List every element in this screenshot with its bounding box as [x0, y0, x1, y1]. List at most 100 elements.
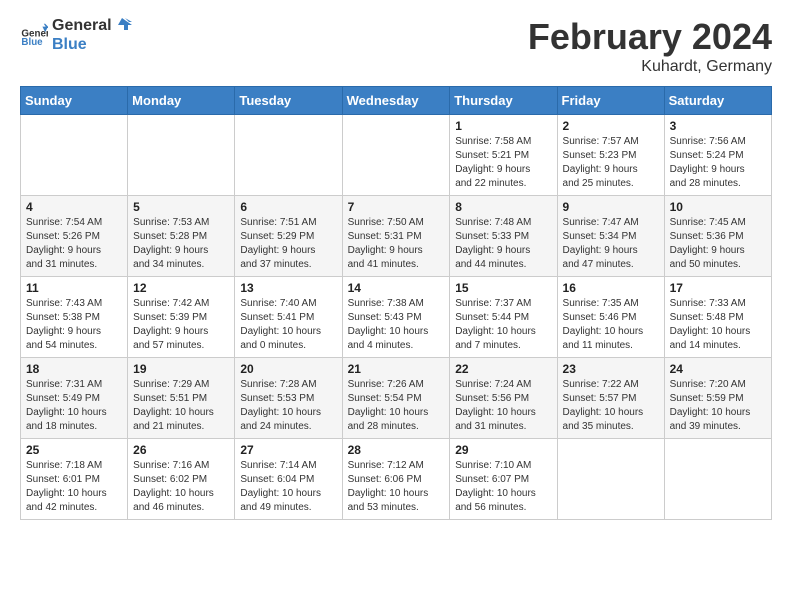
cell-content: Sunrise: 7:42 AM Sunset: 5:39 PM Dayligh… [133, 297, 229, 353]
cell-content: Sunrise: 7:58 AM Sunset: 5:21 PM Dayligh… [455, 135, 551, 191]
calendar-cell [664, 439, 771, 520]
cell-content: Sunrise: 7:31 AM Sunset: 5:49 PM Dayligh… [26, 378, 122, 434]
day-number: 7 [348, 200, 445, 214]
calendar-cell: 21 Sunrise: 7:26 AM Sunset: 5:54 PM Dayli… [342, 358, 450, 439]
calendar-cell: 9 Sunrise: 7:47 AM Sunset: 5:34 PM Daylig… [557, 196, 664, 277]
calendar-cell [342, 115, 450, 196]
month-year: February 2024 [528, 16, 772, 58]
day-number: 4 [26, 200, 122, 214]
cell-content: Sunrise: 7:57 AM Sunset: 5:23 PM Dayligh… [563, 135, 659, 191]
calendar-cell: 4 Sunrise: 7:54 AM Sunset: 5:26 PM Daylig… [21, 196, 128, 277]
calendar-cell: 28Sunrise: 7:12 AM Sunset: 6:06 PM Dayli… [342, 439, 450, 520]
cell-content: Sunrise: 7:37 AM Sunset: 5:44 PM Dayligh… [455, 297, 551, 353]
cell-content: Sunrise: 7:29 AM Sunset: 5:51 PM Dayligh… [133, 378, 229, 434]
calendar-header-tuesday: Tuesday [235, 87, 342, 115]
calendar-cell: 14Sunrise: 7:38 AM Sunset: 5:43 PM Dayli… [342, 277, 450, 358]
calendar-cell: 27 Sunrise: 7:14 AM Sunset: 6:04 PM Dayli… [235, 439, 342, 520]
calendar-cell: 6 Sunrise: 7:51 AM Sunset: 5:29 PM Daylig… [235, 196, 342, 277]
day-number: 26 [133, 443, 229, 457]
calendar-cell: 23 Sunrise: 7:22 AM Sunset: 5:57 PM Dayli… [557, 358, 664, 439]
calendar-header-saturday: Saturday [664, 87, 771, 115]
day-number: 5 [133, 200, 229, 214]
calendar-header-monday: Monday [128, 87, 235, 115]
calendar-cell: 15 Sunrise: 7:37 AM Sunset: 5:44 PM Dayli… [450, 277, 557, 358]
calendar-cell [21, 115, 128, 196]
cell-content: Sunrise: 7:35 AM Sunset: 5:46 PM Dayligh… [563, 297, 659, 353]
calendar-cell: 2Sunrise: 7:57 AM Sunset: 5:23 PM Daylig… [557, 115, 664, 196]
calendar-header-row: SundayMondayTuesdayWednesdayThursdayFrid… [21, 87, 772, 115]
calendar-cell: 10 Sunrise: 7:45 AM Sunset: 5:36 PM Dayli… [664, 196, 771, 277]
day-number: 18 [26, 362, 122, 376]
day-number: 3 [670, 119, 766, 133]
cell-content: Sunrise: 7:48 AM Sunset: 5:33 PM Dayligh… [455, 216, 551, 272]
day-number: 10 [670, 200, 766, 214]
cell-content: Sunrise: 7:56 AM Sunset: 5:24 PM Dayligh… [670, 135, 766, 191]
cell-content: Sunrise: 7:10 AM Sunset: 6:07 PM Dayligh… [455, 459, 551, 515]
calendar-cell: 25Sunrise: 7:18 AM Sunset: 6:01 PM Dayli… [21, 439, 128, 520]
calendar-cell: 13 Sunrise: 7:40 AM Sunset: 5:41 PM Dayli… [235, 277, 342, 358]
day-number: 16 [563, 281, 659, 295]
day-number: 22 [455, 362, 551, 376]
calendar-cell: 12 Sunrise: 7:42 AM Sunset: 5:39 PM Dayli… [128, 277, 235, 358]
calendar-cell: 8 Sunrise: 7:48 AM Sunset: 5:33 PM Daylig… [450, 196, 557, 277]
cell-content: Sunrise: 7:24 AM Sunset: 5:56 PM Dayligh… [455, 378, 551, 434]
calendar-cell [128, 115, 235, 196]
calendar-header-wednesday: Wednesday [342, 87, 450, 115]
cell-content: Sunrise: 7:12 AM Sunset: 6:06 PM Dayligh… [348, 459, 445, 515]
calendar-cell: 19Sunrise: 7:29 AM Sunset: 5:51 PM Dayli… [128, 358, 235, 439]
calendar-cell: 11 Sunrise: 7:43 AM Sunset: 5:38 PM Dayli… [21, 277, 128, 358]
cell-content: Sunrise: 7:16 AM Sunset: 6:02 PM Dayligh… [133, 459, 229, 515]
day-number: 20 [240, 362, 336, 376]
cell-content: Sunrise: 7:20 AM Sunset: 5:59 PM Dayligh… [670, 378, 766, 434]
day-number: 24 [670, 362, 766, 376]
calendar-cell [235, 115, 342, 196]
calendar-cell: 26 Sunrise: 7:16 AM Sunset: 6:02 PM Dayli… [128, 439, 235, 520]
logo-general-text: General [52, 16, 132, 36]
calendar-cell: 22 Sunrise: 7:24 AM Sunset: 5:56 PM Dayli… [450, 358, 557, 439]
calendar-cell: 3 Sunrise: 7:56 AM Sunset: 5:24 PM Daylig… [664, 115, 771, 196]
day-number: 12 [133, 281, 229, 295]
cell-content: Sunrise: 7:14 AM Sunset: 6:04 PM Dayligh… [240, 459, 336, 515]
cell-content: Sunrise: 7:51 AM Sunset: 5:29 PM Dayligh… [240, 216, 336, 272]
day-number: 27 [240, 443, 336, 457]
calendar-week-row: 11 Sunrise: 7:43 AM Sunset: 5:38 PM Dayli… [21, 277, 772, 358]
logo-icon: General Blue [20, 21, 48, 49]
calendar-cell: 24 Sunrise: 7:20 AM Sunset: 5:59 PM Dayli… [664, 358, 771, 439]
calendar-header-sunday: Sunday [21, 87, 128, 115]
cell-content: Sunrise: 7:54 AM Sunset: 5:26 PM Dayligh… [26, 216, 122, 272]
calendar-week-row: 1 Sunrise: 7:58 AM Sunset: 5:21 PM Daylig… [21, 115, 772, 196]
cell-content: Sunrise: 7:53 AM Sunset: 5:28 PM Dayligh… [133, 216, 229, 272]
cell-content: Sunrise: 7:38 AM Sunset: 5:43 PM Dayligh… [348, 297, 445, 353]
cell-content: Sunrise: 7:40 AM Sunset: 5:41 PM Dayligh… [240, 297, 336, 353]
cell-content: Sunrise: 7:33 AM Sunset: 5:48 PM Dayligh… [670, 297, 766, 353]
cell-content: Sunrise: 7:45 AM Sunset: 5:36 PM Dayligh… [670, 216, 766, 272]
day-number: 23 [563, 362, 659, 376]
calendar-header-friday: Friday [557, 87, 664, 115]
calendar-header-thursday: Thursday [450, 87, 557, 115]
day-number: 17 [670, 281, 766, 295]
cell-content: Sunrise: 7:50 AM Sunset: 5:31 PM Dayligh… [348, 216, 445, 272]
day-number: 1 [455, 119, 551, 133]
day-number: 29 [455, 443, 551, 457]
cell-content: Sunrise: 7:22 AM Sunset: 5:57 PM Dayligh… [563, 378, 659, 434]
location: Kuhardt, Germany [528, 58, 772, 76]
calendar-cell: 20Sunrise: 7:28 AM Sunset: 5:53 PM Dayli… [235, 358, 342, 439]
calendar-week-row: 4 Sunrise: 7:54 AM Sunset: 5:26 PM Daylig… [21, 196, 772, 277]
title-area: February 2024 Kuhardt, Germany [528, 16, 772, 76]
cell-content: Sunrise: 7:26 AM Sunset: 5:54 PM Dayligh… [348, 378, 445, 434]
calendar-week-row: 18 Sunrise: 7:31 AM Sunset: 5:49 PM Dayli… [21, 358, 772, 439]
day-number: 15 [455, 281, 551, 295]
calendar-cell: 1 Sunrise: 7:58 AM Sunset: 5:21 PM Daylig… [450, 115, 557, 196]
day-number: 11 [26, 281, 122, 295]
day-number: 6 [240, 200, 336, 214]
day-number: 9 [563, 200, 659, 214]
day-number: 13 [240, 281, 336, 295]
day-number: 21 [348, 362, 445, 376]
calendar-cell: 7 Sunrise: 7:50 AM Sunset: 5:31 PM Daylig… [342, 196, 450, 277]
calendar-cell: 17 Sunrise: 7:33 AM Sunset: 5:48 PM Dayli… [664, 277, 771, 358]
cell-content: Sunrise: 7:47 AM Sunset: 5:34 PM Dayligh… [563, 216, 659, 272]
cell-content: Sunrise: 7:43 AM Sunset: 5:38 PM Dayligh… [26, 297, 122, 353]
calendar: SundayMondayTuesdayWednesdayThursdayFrid… [20, 86, 772, 520]
day-number: 8 [455, 200, 551, 214]
cell-content: Sunrise: 7:18 AM Sunset: 6:01 PM Dayligh… [26, 459, 122, 515]
